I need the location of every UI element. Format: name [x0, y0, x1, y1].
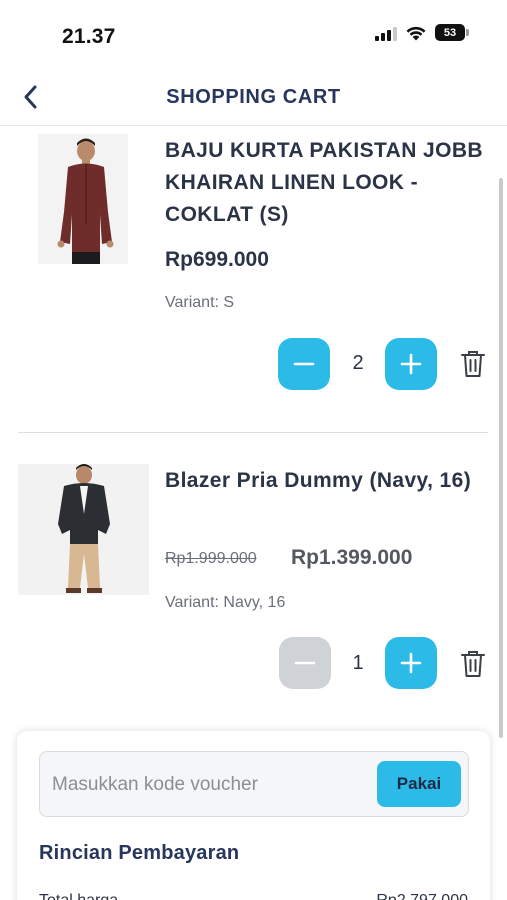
product-variant: Variant: Navy, 16	[165, 594, 286, 611]
apply-voucher-button[interactable]: Pakai	[377, 761, 461, 807]
decrease-quantity-button[interactable]	[279, 637, 331, 689]
trash-icon	[461, 651, 485, 677]
minus-icon	[294, 661, 316, 665]
quantity-value: 1	[352, 652, 364, 674]
total-price-label: Total harga	[39, 892, 118, 900]
product-name[interactable]: Blazer Pria Dummy (Navy, 16)	[165, 465, 495, 497]
plus-icon	[400, 652, 422, 674]
voucher-field: Pakai	[39, 751, 469, 817]
product-price: Rp1.399.000	[291, 546, 413, 569]
total-price-value: Rp2.797.000	[376, 892, 468, 900]
product-image[interactable]	[18, 464, 149, 595]
delete-item-button[interactable]	[458, 647, 488, 681]
payment-summary-card: Pakai Rincian Pembayaran Total harga Rp2…	[17, 731, 490, 900]
scrollbar[interactable]	[499, 178, 503, 738]
cart-item: Blazer Pria Dummy (Navy, 16) Rp1.999.000…	[0, 0, 495, 700]
increase-quantity-button[interactable]	[385, 637, 437, 689]
blazer-image	[18, 464, 149, 595]
original-price: Rp1.999.000	[165, 550, 257, 567]
voucher-input[interactable]	[52, 768, 372, 802]
payment-summary-title: Rincian Pembayaran	[39, 842, 240, 864]
